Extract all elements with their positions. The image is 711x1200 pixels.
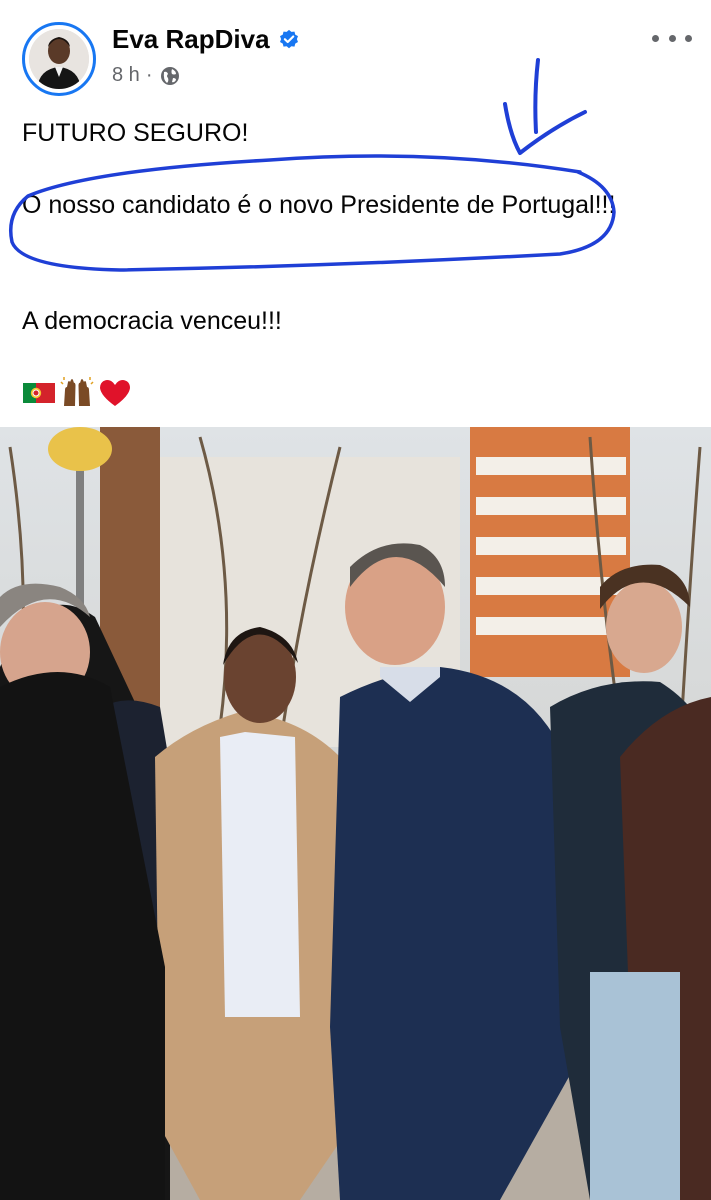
post-header: Eva RapDiva 8 h · <box>0 0 711 100</box>
verified-badge-icon <box>279 29 298 48</box>
post-meta: 8 h · <box>112 64 180 87</box>
post-text-line-2: O nosso candidato é o novo Presidente de… <box>22 191 616 219</box>
more-options-button[interactable] <box>652 28 692 48</box>
more-dot-icon <box>668 34 676 42</box>
profile-photo <box>29 29 89 89</box>
public-globe-icon[interactable] <box>160 66 180 86</box>
post-text-line-1: FUTURO SEGURO! <box>22 119 249 147</box>
avatar[interactable] <box>22 22 96 96</box>
post-time[interactable]: 8 h <box>112 64 140 87</box>
emoji-row <box>22 376 132 410</box>
red-heart-icon <box>100 380 130 406</box>
post-photo[interactable] <box>0 427 711 1200</box>
more-dot-icon <box>652 34 659 42</box>
more-dot-icon <box>685 34 692 42</box>
portugal-flag-icon <box>23 383 55 403</box>
author-name-text[interactable]: Eva RapDiva <box>112 24 270 55</box>
raising-hands-icon <box>60 377 94 406</box>
author-name[interactable]: Eva RapDiva <box>112 24 300 55</box>
meta-separator: · <box>145 64 153 86</box>
post-text-line-3: A democracia venceu!!! <box>22 307 282 335</box>
photo-scene <box>0 427 711 1200</box>
